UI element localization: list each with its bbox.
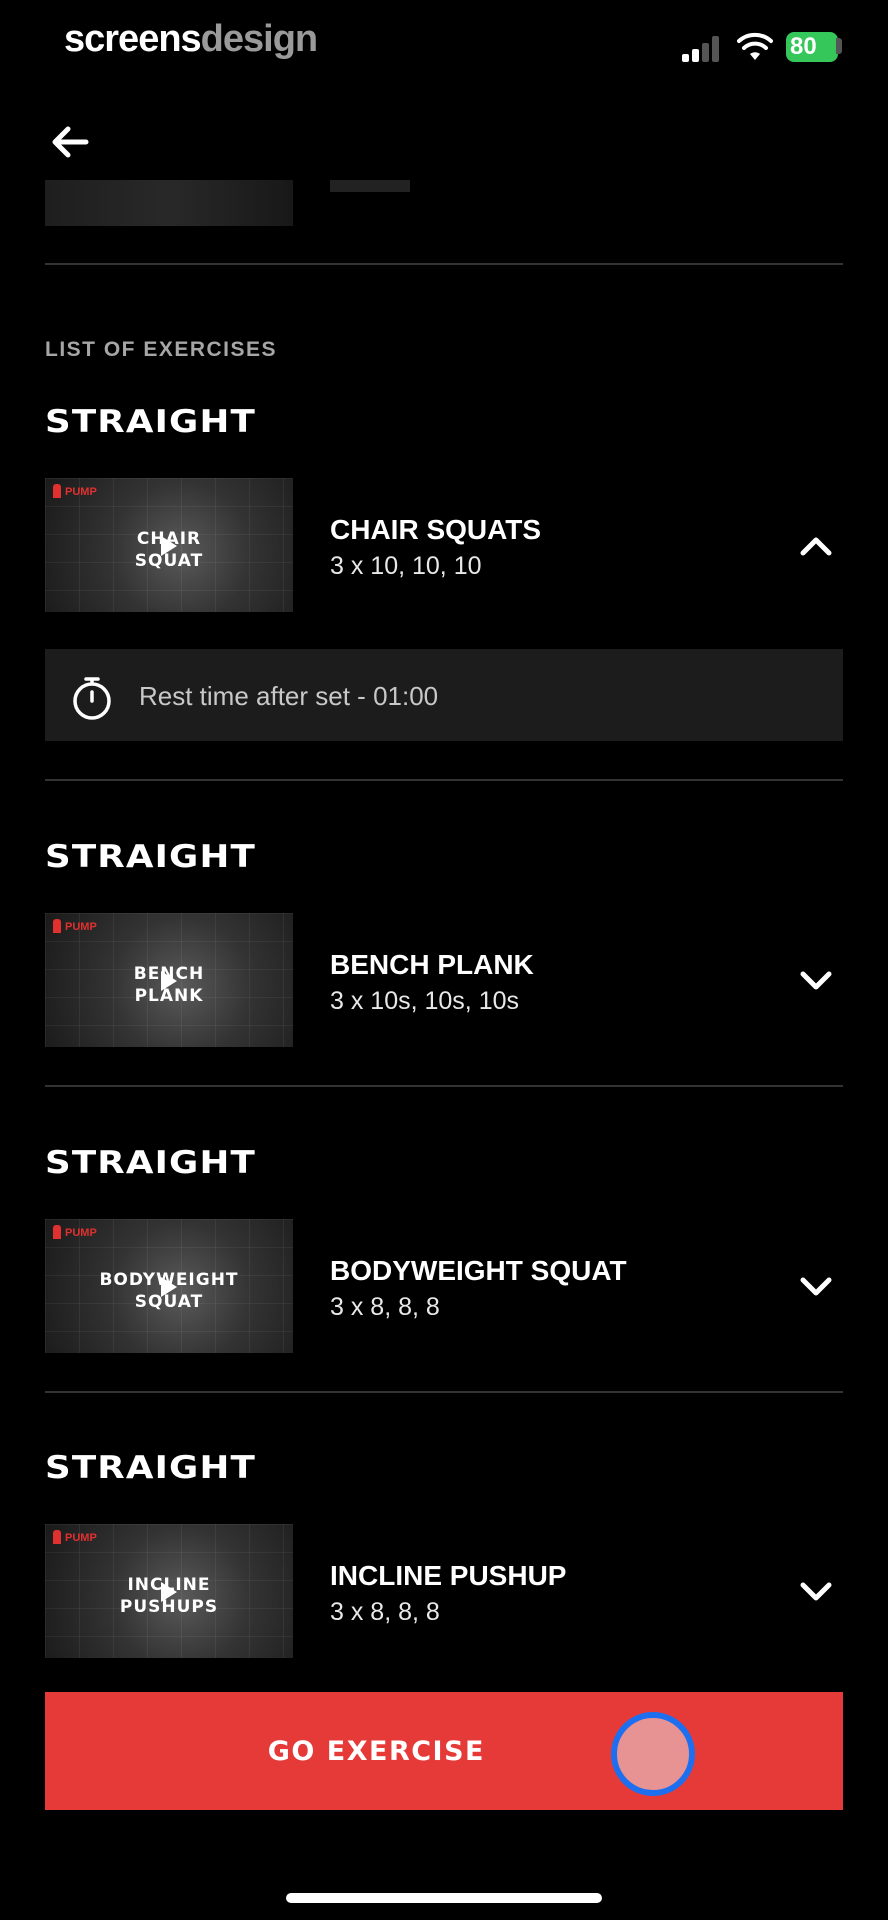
divider xyxy=(45,263,843,265)
exercise-name[interactable]: CHAIR SQUATS xyxy=(330,514,541,546)
home-indicator[interactable] xyxy=(286,1893,602,1903)
group-title: STRAIGHT xyxy=(45,839,256,875)
battery-icon: 80 xyxy=(786,32,838,62)
divider xyxy=(45,1391,843,1393)
exercise-thumbnail[interactable]: PUMP CHAIR SQUAT xyxy=(45,478,293,612)
pump-logo: PUMP xyxy=(53,919,97,933)
rest-time-text: Rest time after set - 01:00 xyxy=(139,681,439,711)
stopwatch-icon xyxy=(73,677,111,720)
play-icon xyxy=(161,1277,177,1297)
back-arrow-icon[interactable] xyxy=(46,118,94,166)
divider xyxy=(45,1085,843,1087)
section-label: LIST OF EXERCISES xyxy=(45,338,278,361)
wifi-icon xyxy=(737,32,773,60)
touch-indicator xyxy=(611,1712,695,1796)
exercise-thumbnail[interactable]: PUMP INCLINE PUSHUPS xyxy=(45,1524,293,1658)
go-exercise-button[interactable]: GO EXERCISE xyxy=(45,1692,843,1810)
play-icon xyxy=(161,536,177,556)
cellular-signal-icon xyxy=(682,36,722,62)
previous-thumbnail xyxy=(45,180,293,226)
previous-text-fragment xyxy=(330,180,410,192)
exercise-name[interactable]: BENCH PLANK xyxy=(330,949,534,981)
status-bar: screensdesign 80 xyxy=(0,0,888,90)
pump-logo: PUMP xyxy=(53,484,97,498)
chevron-down-icon[interactable] xyxy=(796,960,836,1000)
exercise-sets: 3 x 10, 10, 10 xyxy=(330,552,482,580)
exercise-name[interactable]: INCLINE PUSHUP xyxy=(330,1560,566,1592)
chevron-down-icon[interactable] xyxy=(796,1571,836,1611)
battery-nub xyxy=(836,38,842,54)
group-title: STRAIGHT xyxy=(45,1145,256,1181)
rest-time-panel: Rest time after set - 01:00 xyxy=(45,649,843,741)
exercise-sets: 3 x 10s, 10s, 10s xyxy=(330,987,520,1015)
exercise-name[interactable]: BODYWEIGHT SQUAT xyxy=(330,1255,627,1287)
brand-part1: screens xyxy=(64,18,202,60)
chevron-up-icon[interactable] xyxy=(796,526,836,566)
exercise-sets: 3 x 8, 8, 8 xyxy=(330,1293,440,1321)
exercise-sets: 3 x 8, 8, 8 xyxy=(330,1598,440,1626)
pump-logo: PUMP xyxy=(53,1225,97,1239)
exercise-thumbnail[interactable]: PUMP BENCH PLANK xyxy=(45,913,293,1047)
exercise-thumbnail[interactable]: PUMP BODYWEIGHT SQUAT xyxy=(45,1219,293,1353)
brand-watermark: screensdesign xyxy=(64,18,318,61)
go-exercise-label: GO EXERCISE xyxy=(267,1736,485,1767)
chevron-down-icon[interactable] xyxy=(796,1266,836,1306)
pump-logo: PUMP xyxy=(53,1530,97,1544)
group-title: STRAIGHT xyxy=(45,1450,256,1486)
group-title: STRAIGHT xyxy=(45,404,256,440)
divider xyxy=(45,779,843,781)
play-icon xyxy=(161,971,177,991)
brand-part2: design xyxy=(200,18,318,60)
play-icon xyxy=(161,1582,177,1602)
